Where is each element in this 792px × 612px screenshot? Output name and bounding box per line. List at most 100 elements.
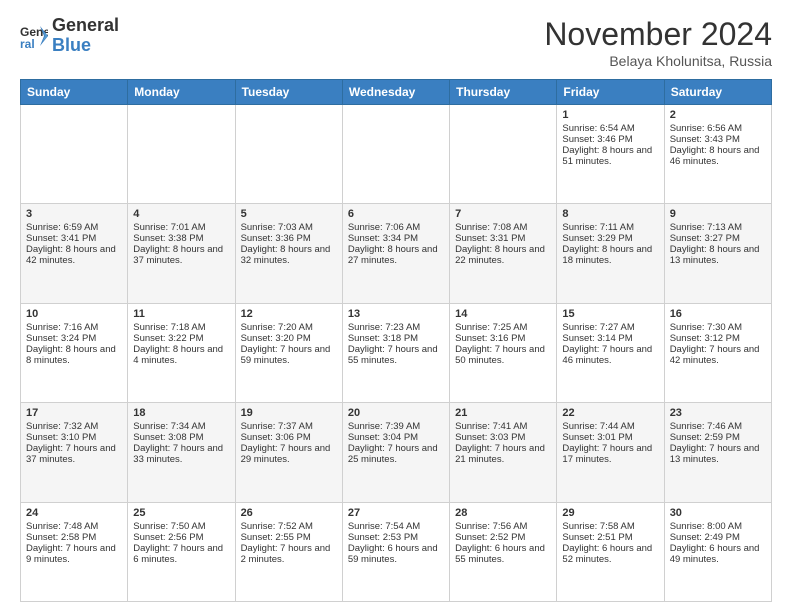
location-subtitle: Belaya Kholunitsa, Russia (544, 53, 772, 69)
day-info: Daylight: 8 hours and 37 minutes. (133, 244, 229, 266)
day-info: Sunset: 3:08 PM (133, 432, 229, 443)
day-number: 9 (670, 208, 766, 220)
day-info: Daylight: 7 hours and 9 minutes. (26, 543, 122, 565)
calendar-cell: 23Sunrise: 7:46 AMSunset: 2:59 PMDayligh… (664, 403, 771, 502)
day-info: Sunrise: 7:56 AM (455, 521, 551, 532)
calendar-cell: 11 Sunrise: 7:18 AMSunset: 3:22 PMDayligh… (128, 303, 235, 402)
day-info: Daylight: 8 hours and 4 minutes. (133, 344, 229, 366)
day-number: 6 (348, 208, 444, 220)
calendar-cell: 10Sunrise: 7:16 AMSunset: 3:24 PMDayligh… (21, 303, 128, 402)
calendar-cell: 24 Sunrise: 7:48 AMSunset: 2:58 PMDayligh… (21, 502, 128, 601)
calendar-cell: 25Sunrise: 7:50 AMSunset: 2:56 PMDayligh… (128, 502, 235, 601)
day-info: Daylight: 7 hours and 46 minutes. (562, 344, 658, 366)
title-block: November 2024 Belaya Kholunitsa, Russia (544, 16, 772, 69)
day-info: Sunrise: 7:18 AM (133, 322, 229, 333)
calendar-cell: 17Sunrise: 7:32 AMSunset: 3:10 PMDayligh… (21, 403, 128, 502)
day-info: Sunrise: 7:48 AM (26, 521, 122, 532)
header-day-monday: Monday (128, 80, 235, 105)
calendar-cell (342, 105, 449, 204)
day-info: Daylight: 6 hours and 52 minutes. (562, 543, 658, 565)
day-number: 10 (26, 308, 122, 320)
day-info: Sunset: 2:58 PM (26, 532, 122, 543)
svg-text:ral: ral (20, 37, 35, 50)
day-info: Sunrise: 7:23 AM (348, 322, 444, 333)
day-info: Sunrise: 7:52 AM (241, 521, 337, 532)
calendar-cell: 7Sunrise: 7:08 AMSunset: 3:31 PMDaylight… (450, 204, 557, 303)
header-day-tuesday: Tuesday (235, 80, 342, 105)
day-info: Daylight: 7 hours and 21 minutes. (455, 443, 551, 465)
calendar-cell: 20Sunrise: 7:39 AMSunset: 3:04 PMDayligh… (342, 403, 449, 502)
day-number: 28 (455, 507, 551, 519)
logo-line1: General (52, 16, 119, 36)
calendar-cell: 29Sunrise: 7:58 AMSunset: 2:51 PMDayligh… (557, 502, 664, 601)
day-info: Sunset: 3:10 PM (26, 432, 122, 443)
day-info: Sunrise: 7:11 AM (562, 222, 658, 233)
day-info: Sunset: 3:16 PM (455, 333, 551, 344)
day-number: 1 (562, 109, 658, 121)
day-info: Sunset: 3:31 PM (455, 233, 551, 244)
day-info: Sunset: 3:03 PM (455, 432, 551, 443)
day-info: Sunset: 3:01 PM (562, 432, 658, 443)
week-row-4: 24Sunrise: 7:48 AMSunset: 2:58 PMDayligh… (21, 502, 772, 601)
logo-icon: Gene ral (20, 22, 48, 50)
day-number: 16 (670, 308, 766, 320)
day-number: 29 (562, 507, 658, 519)
day-number: 15 (562, 308, 658, 320)
day-info: Sunrise: 8:00 AM (670, 521, 766, 532)
calendar-cell: 14Sunrise: 7:25 AMSunset: 3:16 PMDayligh… (450, 303, 557, 402)
day-info: Sunrise: 7:30 AM (670, 322, 766, 333)
day-info: Sunrise: 7:20 AM (241, 322, 337, 333)
calendar-cell: 5Sunrise: 7:03 AMSunset: 3:36 PMDaylight… (235, 204, 342, 303)
calendar-cell (450, 105, 557, 204)
day-info: Sunset: 3:06 PM (241, 432, 337, 443)
day-info: Sunrise: 7:50 AM (133, 521, 229, 532)
day-number: 11 (133, 308, 229, 320)
calendar-cell: 1Sunrise: 6:54 AMSunset: 3:46 PMDaylight… (557, 105, 664, 204)
day-number: 20 (348, 407, 444, 419)
calendar-cell: 30Sunrise: 8:00 AMSunset: 2:49 PMDayligh… (664, 502, 771, 601)
day-number: 5 (241, 208, 337, 220)
calendar-cell: 26Sunrise: 7:52 AMSunset: 2:55 PMDayligh… (235, 502, 342, 601)
day-number: 8 (562, 208, 658, 220)
day-number: 17 (26, 407, 122, 419)
logo: Gene ral General Blue (20, 16, 119, 56)
day-info: Sunset: 3:14 PM (562, 333, 658, 344)
day-info: Sunset: 3:36 PM (241, 233, 337, 244)
day-info: Sunset: 2:51 PM (562, 532, 658, 543)
day-info: Daylight: 8 hours and 22 minutes. (455, 244, 551, 266)
day-info: Sunrise: 7:46 AM (670, 421, 766, 432)
day-info: Sunrise: 7:16 AM (26, 322, 122, 333)
calendar-cell: 3Sunrise: 6:59 AMSunset: 3:41 PMDaylight… (21, 204, 128, 303)
day-info: Sunrise: 7:27 AM (562, 322, 658, 333)
day-info: Daylight: 7 hours and 29 minutes. (241, 443, 337, 465)
day-number: 23 (670, 407, 766, 419)
day-number: 24 (26, 507, 122, 519)
day-info: Sunrise: 7:41 AM (455, 421, 551, 432)
day-info: Sunset: 3:22 PM (133, 333, 229, 344)
day-info: Sunrise: 7:01 AM (133, 222, 229, 233)
logo-line2: Blue (52, 36, 119, 56)
day-info: Sunrise: 7:32 AM (26, 421, 122, 432)
day-number: 18 (133, 407, 229, 419)
calendar-cell: 15 Sunrise: 7:27 AMSunset: 3:14 PMDayligh… (557, 303, 664, 402)
day-info: Daylight: 7 hours and 55 minutes. (348, 344, 444, 366)
day-info: Sunrise: 7:54 AM (348, 521, 444, 532)
day-info: Daylight: 8 hours and 27 minutes. (348, 244, 444, 266)
day-info: Daylight: 8 hours and 46 minutes. (670, 145, 766, 167)
month-title: November 2024 (544, 16, 772, 53)
day-info: Daylight: 8 hours and 42 minutes. (26, 244, 122, 266)
header-day-saturday: Saturday (664, 80, 771, 105)
day-info: Sunset: 3:34 PM (348, 233, 444, 244)
calendar-cell: 12Sunrise: 7:20 AMSunset: 3:20 PMDayligh… (235, 303, 342, 402)
week-row-1: 3Sunrise: 6:59 AMSunset: 3:41 PMDaylight… (21, 204, 772, 303)
day-number: 25 (133, 507, 229, 519)
day-info: Sunrise: 7:44 AM (562, 421, 658, 432)
day-info: Sunrise: 6:59 AM (26, 222, 122, 233)
day-info: Daylight: 6 hours and 59 minutes. (348, 543, 444, 565)
day-info: Daylight: 7 hours and 33 minutes. (133, 443, 229, 465)
day-info: Sunset: 3:38 PM (133, 233, 229, 244)
day-info: Daylight: 8 hours and 18 minutes. (562, 244, 658, 266)
day-info: Sunset: 2:55 PM (241, 532, 337, 543)
day-number: 12 (241, 308, 337, 320)
header-day-wednesday: Wednesday (342, 80, 449, 105)
